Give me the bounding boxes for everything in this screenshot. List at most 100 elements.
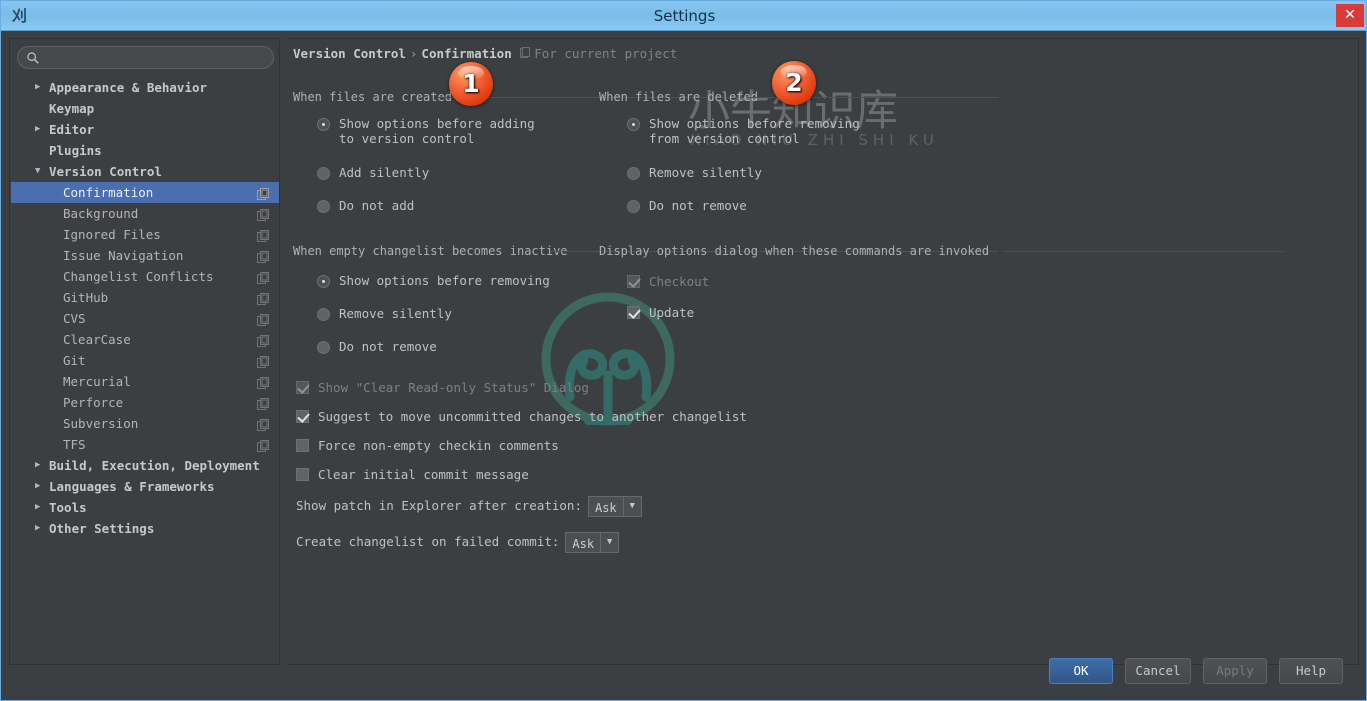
copy-settings-icon[interactable] xyxy=(257,354,270,368)
copy-settings-icon[interactable] xyxy=(257,207,270,221)
sidebar-item-issue-navigation[interactable]: Issue Navigation xyxy=(11,245,279,266)
checkbox-display-update[interactable]: Update xyxy=(627,305,694,320)
chevron-right-icon[interactable]: ▶ xyxy=(35,497,47,518)
copy-settings-icon[interactable] xyxy=(257,312,270,326)
close-icon[interactable]: ✕ xyxy=(1336,4,1364,27)
chevron-right-icon[interactable]: ▶ xyxy=(35,119,47,140)
sidebar-item-subversion[interactable]: Subversion xyxy=(11,413,279,434)
checkbox-indicator[interactable] xyxy=(296,439,309,452)
sidebar-item-label: ClearCase xyxy=(63,332,131,347)
sidebar-item-label: Ignored Files xyxy=(63,227,161,242)
radio-indicator[interactable] xyxy=(317,200,330,213)
radio-label-line1: Remove silently xyxy=(339,306,452,321)
search-input[interactable] xyxy=(44,48,266,67)
copy-settings-icon[interactable] xyxy=(257,333,270,347)
combo-show-patch-in-explorer-after-c[interactable]: Ask ▼ xyxy=(587,496,642,517)
checkbox-indicator[interactable] xyxy=(627,275,640,288)
radio-inactive-show-options-before-removing[interactable]: Show options before removing xyxy=(317,273,550,288)
checkbox-force-non-empty-checkin-comments[interactable]: Force non-empty checkin comments xyxy=(296,438,559,453)
checkbox-suggest-to-move-uncommitted-changes-to-a[interactable]: Suggest to move uncommitted changes to a… xyxy=(296,409,747,424)
copy-settings-icon[interactable] xyxy=(257,228,270,242)
checkbox-indicator[interactable] xyxy=(627,306,640,319)
copy-settings-icon[interactable] xyxy=(257,291,270,305)
combo-create-changelist-on-failed-co[interactable]: Ask ▼ xyxy=(565,532,620,553)
sidebar-item-mercurial[interactable]: Mercurial xyxy=(11,371,279,392)
radio-label-line2: from version control xyxy=(649,131,800,146)
copy-settings-icon[interactable] xyxy=(257,375,270,389)
checkbox-clear-initial-commit-message[interactable]: Clear initial commit message xyxy=(296,467,529,482)
sidebar-item-label: Version Control xyxy=(49,164,162,179)
radio-indicator[interactable] xyxy=(627,118,640,131)
copy-settings-icon[interactable] xyxy=(257,396,270,410)
sidebar-item-build-execution-deployment[interactable]: ▶ Build, Execution, Deployment xyxy=(11,455,279,476)
sidebar-item-perforce[interactable]: Perforce xyxy=(11,392,279,413)
help-button[interactable]: Help xyxy=(1279,658,1343,684)
chevron-right-icon[interactable]: ▶ xyxy=(35,455,47,476)
sidebar-item-keymap[interactable]: Keymap xyxy=(11,98,279,119)
radio-indicator[interactable] xyxy=(317,275,330,288)
checkbox-show-clear-read-only-status-dialog[interactable]: Show "Clear Read-only Status" Dialog xyxy=(296,380,589,395)
sidebar-item-appearance-behavior[interactable]: ▶ Appearance & Behavior xyxy=(11,77,279,98)
chevron-right-icon[interactable]: ▶ xyxy=(35,476,47,497)
sidebar-item-plugins[interactable]: Plugins xyxy=(11,140,279,161)
sidebar-item-ignored-files[interactable]: Ignored Files xyxy=(11,224,279,245)
settings-sidebar: ▶ Appearance & Behavior Keymap ▶ Editor Plugi… xyxy=(9,38,280,665)
chevron-right-icon[interactable]: ▶ xyxy=(35,518,47,539)
radio-created-do-not-add[interactable]: Do not add xyxy=(317,198,414,213)
radio-created-show-options-before-adding[interactable]: Show options before adding to version con… xyxy=(317,116,535,146)
radio-label-line1: Add silently xyxy=(339,165,430,180)
sidebar-item-version-control[interactable]: ▼ Version Control xyxy=(11,161,279,182)
copy-settings-icon[interactable] xyxy=(257,186,270,200)
sidebar-item-background[interactable]: Background xyxy=(11,203,279,224)
copy-settings-icon[interactable] xyxy=(257,438,270,452)
chevron-down-icon[interactable]: ▼ xyxy=(35,161,47,182)
sidebar-item-tfs[interactable]: TFS xyxy=(11,434,279,455)
sidebar-item-github[interactable]: GitHub xyxy=(11,287,279,308)
radio-indicator[interactable] xyxy=(317,167,330,180)
sidebar-item-confirmation[interactable]: Confirmation xyxy=(11,182,279,203)
radio-indicator[interactable] xyxy=(317,308,330,321)
copy-settings-icon[interactable] xyxy=(257,270,270,284)
radio-inactive-do-not-remove[interactable]: Do not remove xyxy=(317,339,437,354)
radio-created-add-silently[interactable]: Add silently xyxy=(317,165,429,180)
checkbox-indicator[interactable] xyxy=(296,468,309,481)
sidebar-item-clearcase[interactable]: ClearCase xyxy=(11,329,279,350)
sidebar-item-label: Keymap xyxy=(49,101,95,116)
checkbox-indicator[interactable] xyxy=(296,410,309,423)
chevron-right-icon[interactable]: ▶ xyxy=(35,77,47,98)
checkbox-label: Show "Clear Read-only Status" Dialog xyxy=(318,380,589,395)
radio-deleted-remove-silently[interactable]: Remove silently xyxy=(627,165,762,180)
ok-button[interactable]: OK xyxy=(1049,658,1113,684)
sidebar-item-git[interactable]: Git xyxy=(11,350,279,371)
sidebar-item-tools[interactable]: ▶ Tools xyxy=(11,497,279,518)
radio-inactive-remove-silently[interactable]: Remove silently xyxy=(317,306,452,321)
combo-row-show-patch-in-explorer-after-creation: Show patch in Explorer after creation: As… xyxy=(296,495,642,517)
radio-label-line1: Show options before removing xyxy=(649,116,860,131)
settings-window: 刈 Settings ✕ ▶ Appearance & Behavior Keyma… xyxy=(0,0,1367,701)
cancel-button[interactable]: Cancel xyxy=(1125,658,1191,684)
copy-settings-icon[interactable] xyxy=(257,249,270,263)
checkbox-indicator[interactable] xyxy=(296,381,309,394)
radio-indicator[interactable] xyxy=(317,341,330,354)
section-divider-display xyxy=(1003,251,1283,252)
sidebar-item-languages-frameworks[interactable]: ▶ Languages & Frameworks xyxy=(11,476,279,497)
breadcrumb-separator: › xyxy=(409,46,418,61)
radio-indicator[interactable] xyxy=(627,200,640,213)
breadcrumb-root[interactable]: Version Control xyxy=(293,46,406,61)
checkbox-display-checkout[interactable]: Checkout xyxy=(627,274,709,289)
chevron-down-icon[interactable]: ▼ xyxy=(600,533,618,552)
chevron-down-icon[interactable]: ▼ xyxy=(622,497,641,516)
sidebar-item-cvs[interactable]: CVS xyxy=(11,308,279,329)
copy-settings-icon[interactable] xyxy=(257,417,270,431)
sidebar-item-other-settings[interactable]: ▶ Other Settings xyxy=(11,518,279,539)
search-box[interactable] xyxy=(17,46,274,69)
sidebar-item-changelist-conflicts[interactable]: Changelist Conflicts xyxy=(11,266,279,287)
section-header-files-created: When files are created xyxy=(293,90,452,104)
breadcrumb: Version Control › Confirmation For current… xyxy=(293,45,677,63)
sidebar-item-label: TFS xyxy=(63,437,86,452)
radio-deleted-show-options-before-removing[interactable]: Show options before removing from version… xyxy=(627,116,860,146)
radio-indicator[interactable] xyxy=(627,167,640,180)
radio-deleted-do-not-remove[interactable]: Do not remove xyxy=(627,198,747,213)
radio-indicator[interactable] xyxy=(317,118,330,131)
sidebar-item-editor[interactable]: ▶ Editor xyxy=(11,119,279,140)
